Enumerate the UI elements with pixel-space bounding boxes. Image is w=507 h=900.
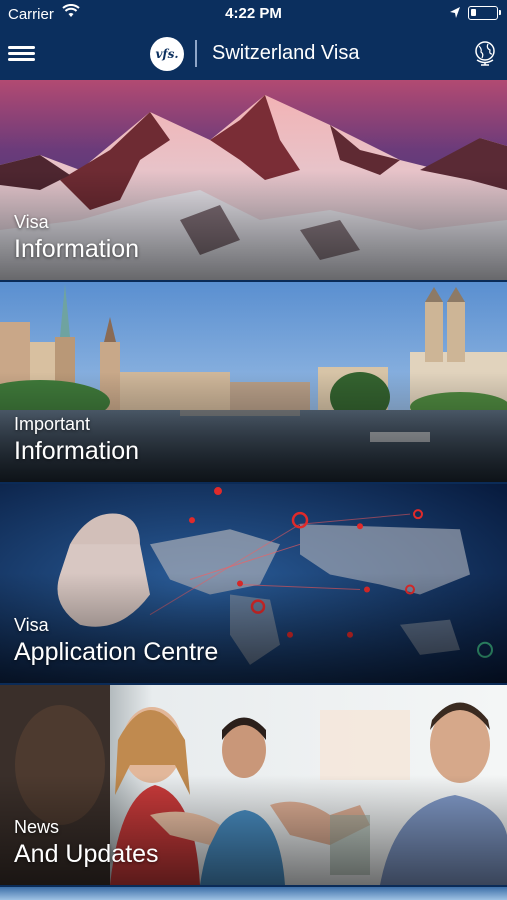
globe-language-icon[interactable]: [473, 40, 497, 66]
tile-title: Application Centre: [14, 638, 219, 666]
battery-level: [471, 9, 476, 16]
nav-divider: [195, 40, 197, 67]
tile-subtitle: Visa: [14, 212, 49, 232]
battery-icon: [468, 6, 501, 20]
tile-news-and-updates[interactable]: News And Updates: [0, 685, 507, 885]
nav-bar: vfs. Switzerland Visa: [0, 28, 507, 80]
tile-subtitle: News: [14, 817, 60, 837]
status-time: 4:22 PM: [225, 5, 282, 22]
tile-subtitle: Important: [14, 414, 91, 434]
page-title: Switzerland Visa: [212, 42, 360, 64]
vfs-logo: vfs.: [150, 37, 184, 71]
tile-title: Information: [14, 437, 140, 465]
tile-subtitle: Visa: [14, 615, 49, 635]
next-tile-peek[interactable]: [0, 887, 507, 900]
location-arrow-icon: [450, 7, 460, 18]
tile-title: And Updates: [14, 840, 159, 868]
menu-icon[interactable]: [8, 44, 35, 64]
status-bar: Carrier 4:22 PM: [0, 0, 507, 28]
tile-important-information[interactable]: Important Information: [0, 282, 507, 482]
tile-visa-application-centre[interactable]: Visa Application Centre: [0, 484, 507, 683]
tile-visa-information[interactable]: Visa Information: [0, 80, 507, 280]
tile-title: Information: [14, 235, 140, 263]
